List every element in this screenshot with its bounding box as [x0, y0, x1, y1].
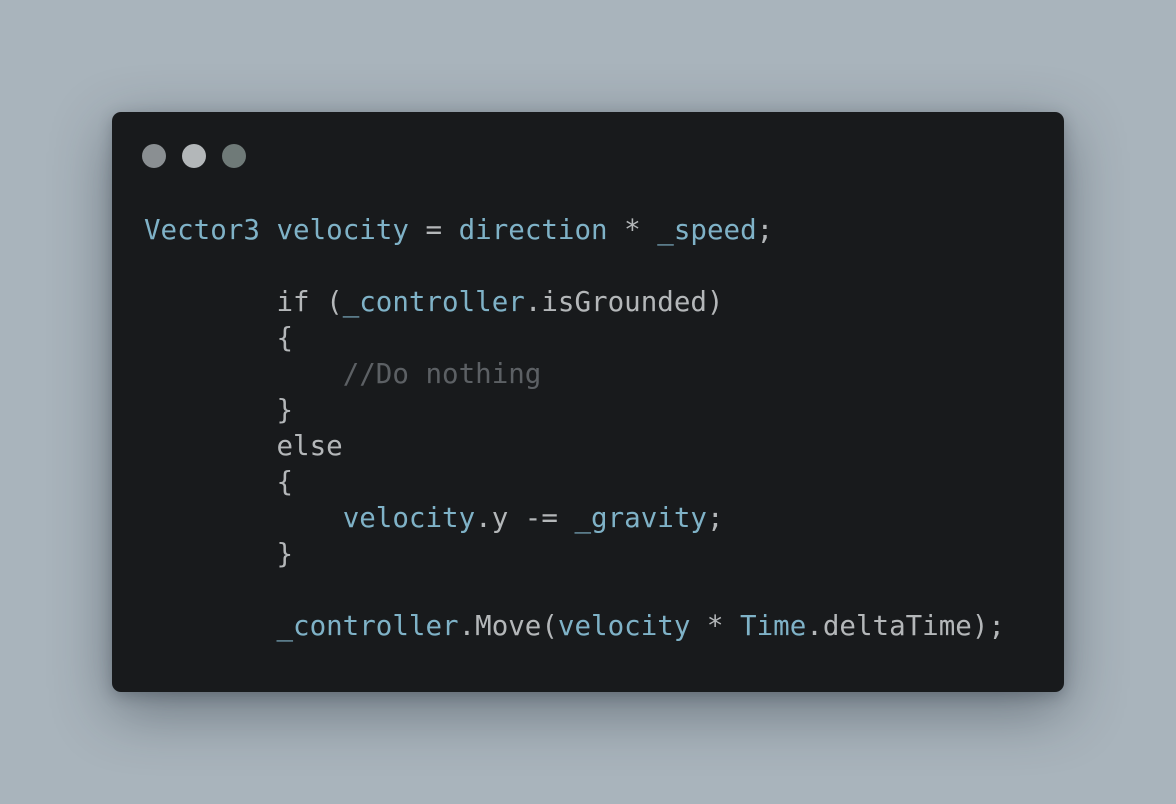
- code-line: Vector3 velocity = direction * _speed;: [144, 212, 1005, 248]
- code-text: .deltaTime);: [806, 610, 1005, 642]
- code-line: {: [144, 320, 1005, 356]
- code-line: if (_controller.isGrounded): [144, 284, 1005, 320]
- code-identifier: _gravity: [574, 502, 707, 534]
- code-line: //Do nothing: [144, 356, 1005, 392]
- code-text: if (: [144, 286, 343, 318]
- code-text: {: [144, 466, 294, 498]
- minimize-dot-icon[interactable]: [182, 144, 206, 168]
- code-identifier: velocity: [342, 502, 476, 534]
- code-window: Vector3 velocity = direction * _speed; i…: [112, 112, 1064, 692]
- code-identifier: velocity: [276, 214, 409, 246]
- code-line: }: [144, 392, 1005, 428]
- code-line: velocity.y -= _gravity;: [144, 500, 1005, 536]
- code-identifier: _controller: [276, 610, 459, 642]
- code-text: }: [144, 538, 294, 570]
- code-text: }: [144, 394, 294, 426]
- close-dot-icon[interactable]: [142, 144, 166, 168]
- window-controls: [142, 144, 246, 168]
- code-identifier: direction: [458, 214, 608, 246]
- code-identifier: Time: [740, 610, 807, 642]
- code-text: *: [690, 610, 741, 642]
- code-line: _controller.Move(velocity * Time.deltaTi…: [144, 608, 1005, 644]
- code-text: *: [607, 214, 658, 246]
- code-text: ;: [706, 502, 724, 534]
- code-identifier: _controller: [342, 286, 525, 318]
- code-text: else: [144, 430, 343, 462]
- code-text: {: [144, 322, 294, 354]
- code-text: =: [408, 214, 459, 246]
- code-identifier: _speed: [657, 214, 757, 246]
- maximize-dot-icon[interactable]: [222, 144, 246, 168]
- code-line: }: [144, 536, 1005, 572]
- code-line: {: [144, 464, 1005, 500]
- code-text: .isGrounded): [524, 286, 724, 318]
- code-block: Vector3 velocity = direction * _speed; i…: [144, 212, 1005, 644]
- code-text: ;: [756, 214, 774, 246]
- code-comment: //Do nothing: [342, 358, 542, 390]
- code-identifier: velocity: [557, 610, 691, 642]
- code-text: .y -=: [475, 502, 575, 534]
- code-line: else: [144, 428, 1005, 464]
- code-text: .Move(: [458, 610, 558, 642]
- code-identifier: Vector3: [144, 214, 260, 246]
